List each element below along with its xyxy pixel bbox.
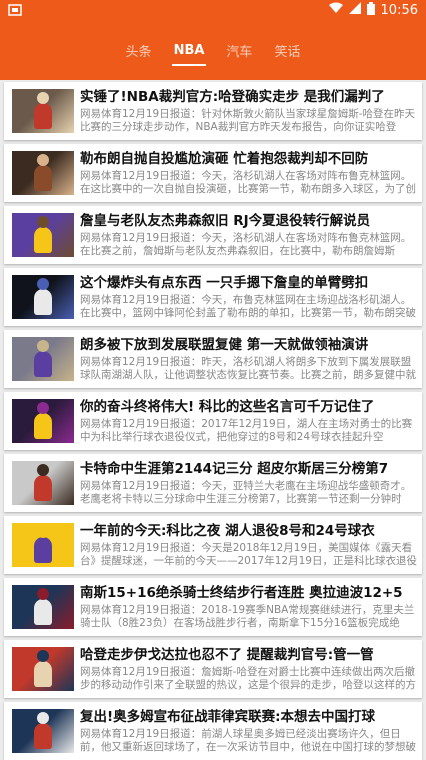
news-item[interactable]: 这个爆炸头有点东西 一只手摁下詹皇的单臂劈扣网易体育12月19日报道：今天，布鲁… bbox=[4, 268, 422, 326]
tab-2[interactable]: 汽车 bbox=[226, 35, 252, 66]
news-thumbnail bbox=[12, 275, 74, 319]
player-head bbox=[37, 278, 49, 290]
news-title: 朗多被下放到发展联盟复健 第一天就做领袖演讲 bbox=[80, 337, 369, 353]
player-figure bbox=[34, 475, 52, 501]
player-figure bbox=[34, 351, 52, 377]
wifi-icon bbox=[328, 2, 343, 18]
news-title: 詹皇与老队友杰弗森叙旧 RJ今夏退役转行解说员 bbox=[80, 213, 371, 229]
news-content: 实锤了!NBA裁判官方:哈登确实走步 是我们漏判了网易体育12月19日报道：针对… bbox=[80, 82, 422, 140]
player-head bbox=[37, 588, 49, 600]
news-content: 詹皇与老队友杰弗森叙旧 RJ今夏退役转行解说员网易体育12月19日报道：今天，洛… bbox=[80, 206, 422, 264]
player-figure bbox=[34, 661, 52, 687]
signal-icon bbox=[348, 2, 361, 18]
news-summary: 网易体育12月19日报道：今天，亚特兰大老鹰在主场迎战华盛顿奇才。老鹰老将卡特以… bbox=[80, 480, 412, 505]
player-head bbox=[37, 650, 49, 662]
news-item[interactable]: 詹皇与老队友杰弗森叙旧 RJ今夏退役转行解说员网易体育12月19日报道：今天，洛… bbox=[4, 206, 422, 264]
notification-icon bbox=[8, 4, 24, 16]
news-summary: 网易体育12月19日报道：昨天，洛杉矶湖人将朗多下放到下属发展联盟球队南湖湖人队… bbox=[80, 356, 416, 381]
app-toolbar: 头条 NBA 汽车 笑话 bbox=[0, 20, 426, 80]
news-summary: 网易体育12月19日报道：今天是2018年12月19日，美国媒体《露天看台》提醒… bbox=[80, 542, 417, 567]
status-time: 10:56 bbox=[380, 2, 418, 18]
news-content: 复出!奥多姆宣布征战菲律宾联赛:本想去中国打球网易体育12月19日报道：前湖人球… bbox=[80, 702, 422, 760]
news-thumbnail bbox=[12, 709, 74, 753]
news-summary: 网易体育12月19日报道：今天，洛杉矶湖人在客场对阵布鲁克林篮网。在这比赛中的一… bbox=[80, 170, 416, 195]
news-thumbnail bbox=[12, 647, 74, 691]
player-head bbox=[37, 154, 49, 166]
battery-icon bbox=[366, 1, 375, 19]
player-figure bbox=[34, 289, 52, 315]
news-title: 卡特命中生涯第2144记三分 超皮尔斯居三分榜第7 bbox=[80, 461, 389, 477]
player-figure bbox=[34, 227, 52, 253]
news-title: 实锤了!NBA裁判官方:哈登确实走步 是我们漏判了 bbox=[80, 89, 385, 105]
news-content: 朗多被下放到发展联盟复健 第一天就做领袖演讲网易体育12月19日报道：昨天，洛杉… bbox=[80, 330, 422, 388]
news-thumbnail bbox=[12, 585, 74, 629]
news-content: 南斯15+16绝杀骑士终结步行者连胜 奥拉迪波12+5 网易体育12月19日报道：… bbox=[80, 578, 422, 636]
news-summary: 网易体育12月19日报道：詹姆斯-哈登在对爵士比赛中连续做出两次后撤步的移动动作… bbox=[80, 666, 416, 691]
tab-3[interactable]: 笑话 bbox=[274, 35, 300, 66]
news-title: 你的奋斗终将伟大! 科比的这些名言可千万记住了 bbox=[80, 399, 375, 415]
news-item[interactable]: 复出!奥多姆宣布征战菲律宾联赛:本想去中国打球网易体育12月19日报道：前湖人球… bbox=[4, 702, 422, 760]
player-head bbox=[37, 340, 49, 352]
news-summary: 网易体育12月19日报道：2017年12月19日，湖人在主场对勇士的比赛中为科比… bbox=[80, 418, 413, 443]
news-thumbnail bbox=[12, 151, 74, 195]
news-title: 这个爆炸头有点东西 一只手摁下詹皇的单臂劈扣 bbox=[80, 275, 369, 291]
news-thumbnail bbox=[12, 89, 74, 133]
news-item[interactable]: 卡特命中生涯第2144记三分 超皮尔斯居三分榜第7 网易体育12月19日报道：今天… bbox=[4, 454, 422, 512]
news-list: 实锤了!NBA裁判官方:哈登确实走步 是我们漏判了网易体育12月19日报道：针对… bbox=[0, 80, 426, 760]
news-summary: 网易体育12月19日报道：针对休斯敦火箭队当家球星詹姆斯-哈登在昨天比赛的三分球… bbox=[80, 108, 416, 133]
news-title: 南斯15+16绝杀骑士终结步行者连胜 奥拉迪波12+5 bbox=[80, 585, 403, 601]
news-title: 一年前的今天:科比之夜 湖人退役8号和24号球衣 bbox=[80, 523, 375, 539]
player-figure bbox=[34, 723, 52, 749]
status-bar: 10:56 bbox=[0, 0, 426, 20]
player-head bbox=[37, 526, 49, 538]
player-figure bbox=[34, 165, 52, 191]
news-thumbnail bbox=[12, 461, 74, 505]
player-head bbox=[37, 216, 49, 228]
news-content: 哈登走步伊戈达拉也忍不了 提醒裁判官号:管一管网易体育12月19日报道：詹姆斯-… bbox=[80, 640, 422, 698]
news-thumbnail bbox=[12, 213, 74, 257]
player-figure bbox=[34, 413, 52, 439]
news-content: 你的奋斗终将伟大! 科比的这些名言可千万记住了网易体育12月19日报道：2017… bbox=[80, 392, 422, 450]
news-item[interactable]: 一年前的今天:科比之夜 湖人退役8号和24号球衣网易体育12月19日报道：今天是… bbox=[4, 516, 422, 574]
news-summary: 网易体育12月19日报道：前湖人球星奥多姆已经淡出赛场许久，但日前，他又重新返回… bbox=[80, 728, 416, 753]
news-item[interactable]: 南斯15+16绝杀骑士终结步行者连胜 奥拉迪波12+5 网易体育12月19日报道：… bbox=[4, 578, 422, 636]
news-thumbnail bbox=[12, 337, 74, 381]
news-item[interactable]: 实锤了!NBA裁判官方:哈登确实走步 是我们漏判了网易体育12月19日报道：针对… bbox=[4, 82, 422, 140]
news-title: 哈登走步伊戈达拉也忍不了 提醒裁判官号:管一管 bbox=[80, 647, 374, 663]
news-summary: 网易体育12月19日报道：今天，布鲁克林篮网在主场迎战洛杉矶湖人。在比赛中，篮网… bbox=[80, 294, 416, 319]
news-item[interactable]: 你的奋斗终将伟大! 科比的这些名言可千万记住了网易体育12月19日报道：2017… bbox=[4, 392, 422, 450]
news-content: 勒布朗自抛自投尴尬演砸 忙着抱怨裁判却不回防网易体育12月19日报道：今天，洛杉… bbox=[80, 144, 422, 202]
category-tabs: 头条 NBA 汽车 笑话 bbox=[0, 20, 426, 80]
news-item[interactable]: 朗多被下放到发展联盟复健 第一天就做领袖演讲网易体育12月19日报道：昨天，洛杉… bbox=[4, 330, 422, 388]
news-summary: 网易体育12月19日报道：今天，洛杉矶湖人在客场对阵布鲁克林篮网。在比赛之前，詹… bbox=[80, 232, 412, 257]
player-head bbox=[37, 402, 49, 414]
news-content: 卡特命中生涯第2144记三分 超皮尔斯居三分榜第7 网易体育12月19日报道：今天… bbox=[80, 454, 422, 512]
news-item[interactable]: 勒布朗自抛自投尴尬演砸 忙着抱怨裁判却不回防网易体育12月19日报道：今天，洛杉… bbox=[4, 144, 422, 202]
player-figure bbox=[34, 599, 52, 625]
news-item[interactable]: 哈登走步伊戈达拉也忍不了 提醒裁判官号:管一管网易体育12月19日报道：詹姆斯-… bbox=[4, 640, 422, 698]
news-content: 一年前的今天:科比之夜 湖人退役8号和24号球衣网易体育12月19日报道：今天是… bbox=[80, 516, 422, 574]
news-thumbnail bbox=[12, 523, 74, 567]
news-thumbnail bbox=[12, 399, 74, 443]
player-head bbox=[37, 712, 49, 724]
news-summary: 网易体育12月19日报道：2018-19赛季NBA常规赛继续进行，克里夫兰骑士队… bbox=[80, 604, 415, 629]
player-figure bbox=[34, 103, 52, 129]
news-title: 勒布朗自抛自投尴尬演砸 忙着抱怨裁判却不回防 bbox=[80, 151, 369, 167]
news-content: 这个爆炸头有点东西 一只手摁下詹皇的单臂劈扣网易体育12月19日报道：今天，布鲁… bbox=[80, 268, 422, 326]
player-head bbox=[37, 92, 49, 104]
player-figure bbox=[34, 537, 52, 563]
tab-0[interactable]: 头条 bbox=[126, 35, 152, 66]
tab-1[interactable]: NBA bbox=[171, 37, 207, 66]
player-head bbox=[37, 464, 49, 476]
news-title: 复出!奥多姆宣布征战菲律宾联赛:本想去中国打球 bbox=[80, 709, 376, 725]
